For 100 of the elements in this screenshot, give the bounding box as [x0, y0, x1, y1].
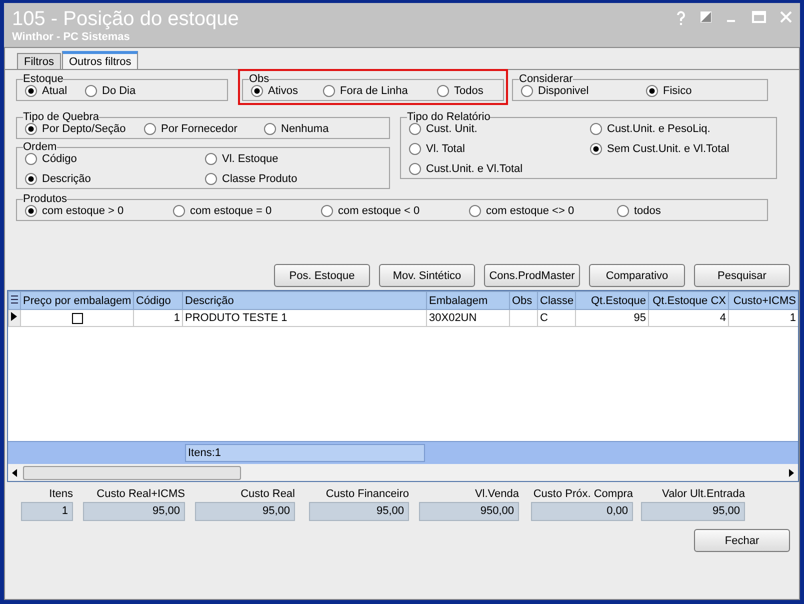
- total-label: Custo Real+ICMS: [96, 488, 185, 500]
- column-header[interactable]: Preço por embalagem: [20, 292, 134, 310]
- radio-button[interactable]: [590, 143, 602, 155]
- table-cell: 4: [648, 310, 728, 326]
- radio-label: Cust. Unit.: [426, 123, 478, 135]
- total-field: 95,00: [83, 502, 185, 521]
- radio-button[interactable]: [617, 205, 629, 217]
- window-title: 105 - Posição do estoque: [12, 7, 239, 31]
- column-header[interactable]: Obs: [510, 292, 538, 310]
- table-cell: 95: [576, 310, 648, 326]
- radio-button[interactable]: [409, 143, 421, 155]
- contrast-icon[interactable]: [700, 11, 712, 23]
- total-label: Itens: [48, 488, 73, 500]
- radio-label: com estoque = 0: [190, 205, 272, 217]
- radio-label: com estoque > 0: [42, 205, 124, 217]
- total-label: Custo Real: [240, 488, 295, 500]
- scroll-left-icon[interactable]: [12, 468, 17, 476]
- column-header[interactable]: Qt.Estoque: [576, 292, 648, 310]
- radio-button[interactable]: [25, 153, 37, 165]
- total-field: 0,00: [531, 502, 633, 521]
- window-subtitle: Winthor - PC Sistemas: [12, 31, 131, 43]
- tab[interactable]: Outros filtros: [62, 51, 138, 69]
- radio-label: Por Fornecedor: [161, 123, 238, 135]
- group-title: Tipo do Relatório: [407, 111, 490, 123]
- total-label: Custo Próx. Compra: [532, 488, 633, 500]
- radio-label: com estoque <> 0: [486, 205, 574, 217]
- radio-button[interactable]: [409, 163, 421, 175]
- group-title: Ordem: [23, 141, 57, 153]
- radio-button[interactable]: [409, 123, 421, 135]
- radio-label: Classe Produto: [222, 173, 298, 185]
- radio-label: Cust.Unit. e Vl.Total: [426, 163, 523, 175]
- radio-button[interactable]: [25, 173, 37, 185]
- tab[interactable]: Filtros: [17, 53, 61, 69]
- radio-label: com estoque < 0: [338, 205, 420, 217]
- column-header[interactable]: Custo+ICMS: [728, 292, 798, 310]
- radio-label: Vl. Estoque: [222, 153, 278, 165]
- radio-label: Sem Cust.Unit. e Vl.Total: [607, 143, 730, 155]
- total-field: 950,00: [419, 502, 519, 521]
- radio-label: Vl. Total: [426, 143, 465, 155]
- table-cell: PRODUTO TESTE 1: [182, 310, 426, 326]
- radio-label: Fora de Linha: [340, 85, 408, 97]
- radio-label: Atual: [42, 85, 68, 97]
- radio-label: Descrição: [42, 173, 91, 185]
- column-menu-icon[interactable]: [11, 294, 18, 304]
- scroll-right-icon[interactable]: [789, 468, 794, 476]
- table-cell: C: [538, 310, 576, 326]
- checkbox[interactable]: [72, 312, 82, 324]
- column-header[interactable]: Qt.Estoque CX: [648, 292, 728, 310]
- total-field: 95,00: [195, 502, 295, 521]
- radio-button[interactable]: [646, 85, 658, 97]
- action-button[interactable]: Pesquisar: [694, 264, 790, 287]
- table-cell: [510, 310, 538, 326]
- items-count: Itens:1: [185, 444, 425, 462]
- total-field: 95,00: [641, 502, 745, 521]
- group-title: Considerar: [519, 73, 573, 85]
- radio-button[interactable]: [205, 153, 217, 165]
- radio-button[interactable]: [144, 123, 156, 135]
- radio-label: Disponivel: [538, 85, 589, 97]
- radio-button[interactable]: [321, 205, 333, 217]
- radio-label: Cust.Unit. e PesoLiq.: [607, 123, 710, 135]
- total-label: Vl.Venda: [474, 488, 519, 500]
- column-header[interactable]: Código: [134, 292, 182, 310]
- horizontal-scrollbar[interactable]: [8, 464, 798, 481]
- total-label: Valor Ult.Entrada: [661, 488, 745, 500]
- group-title: Obs: [249, 73, 270, 85]
- group-title: Estoque: [23, 73, 64, 85]
- radio-label: Código: [42, 153, 77, 165]
- column-header[interactable]: Descrição: [182, 292, 426, 310]
- radio-label: Nenhuma: [281, 123, 329, 135]
- radio-label: Fisico: [663, 85, 692, 97]
- radio-button[interactable]: [590, 123, 602, 135]
- action-button[interactable]: Mov. Sintético: [379, 264, 475, 287]
- radio-label: Ativos: [268, 85, 298, 97]
- radio-button[interactable]: [251, 85, 263, 97]
- radio-button[interactable]: [173, 205, 185, 217]
- radio-button[interactable]: [264, 123, 276, 135]
- radio-label: Por Depto/Seção: [42, 123, 126, 135]
- radio-button[interactable]: [323, 85, 335, 97]
- table-cell: 30X02UN: [426, 310, 510, 326]
- radio-button[interactable]: [521, 85, 533, 97]
- column-header[interactable]: Classe: [538, 292, 576, 310]
- radio-button[interactable]: [437, 85, 449, 97]
- action-button[interactable]: Cons.ProdMaster: [484, 264, 580, 287]
- radio-button[interactable]: [25, 205, 37, 217]
- radio-label: Todos: [454, 85, 484, 97]
- total-label: Custo Financeiro: [324, 488, 409, 500]
- table-cell: 1: [134, 310, 182, 326]
- radio-button[interactable]: [25, 123, 37, 135]
- radio-button[interactable]: [85, 85, 97, 97]
- total-field: 1: [21, 502, 73, 521]
- radio-label: Do Dia: [102, 85, 136, 97]
- close-button[interactable]: Fechar: [694, 529, 790, 552]
- radio-button[interactable]: [469, 205, 481, 217]
- total-field: 95,00: [309, 502, 409, 521]
- radio-button[interactable]: [25, 85, 37, 97]
- column-header[interactable]: Embalagem: [426, 292, 510, 310]
- group-title: Produtos: [23, 193, 68, 205]
- action-button[interactable]: Comparativo: [589, 264, 685, 287]
- radio-button[interactable]: [205, 173, 217, 185]
- action-button[interactable]: Pos. Estoque: [274, 264, 370, 287]
